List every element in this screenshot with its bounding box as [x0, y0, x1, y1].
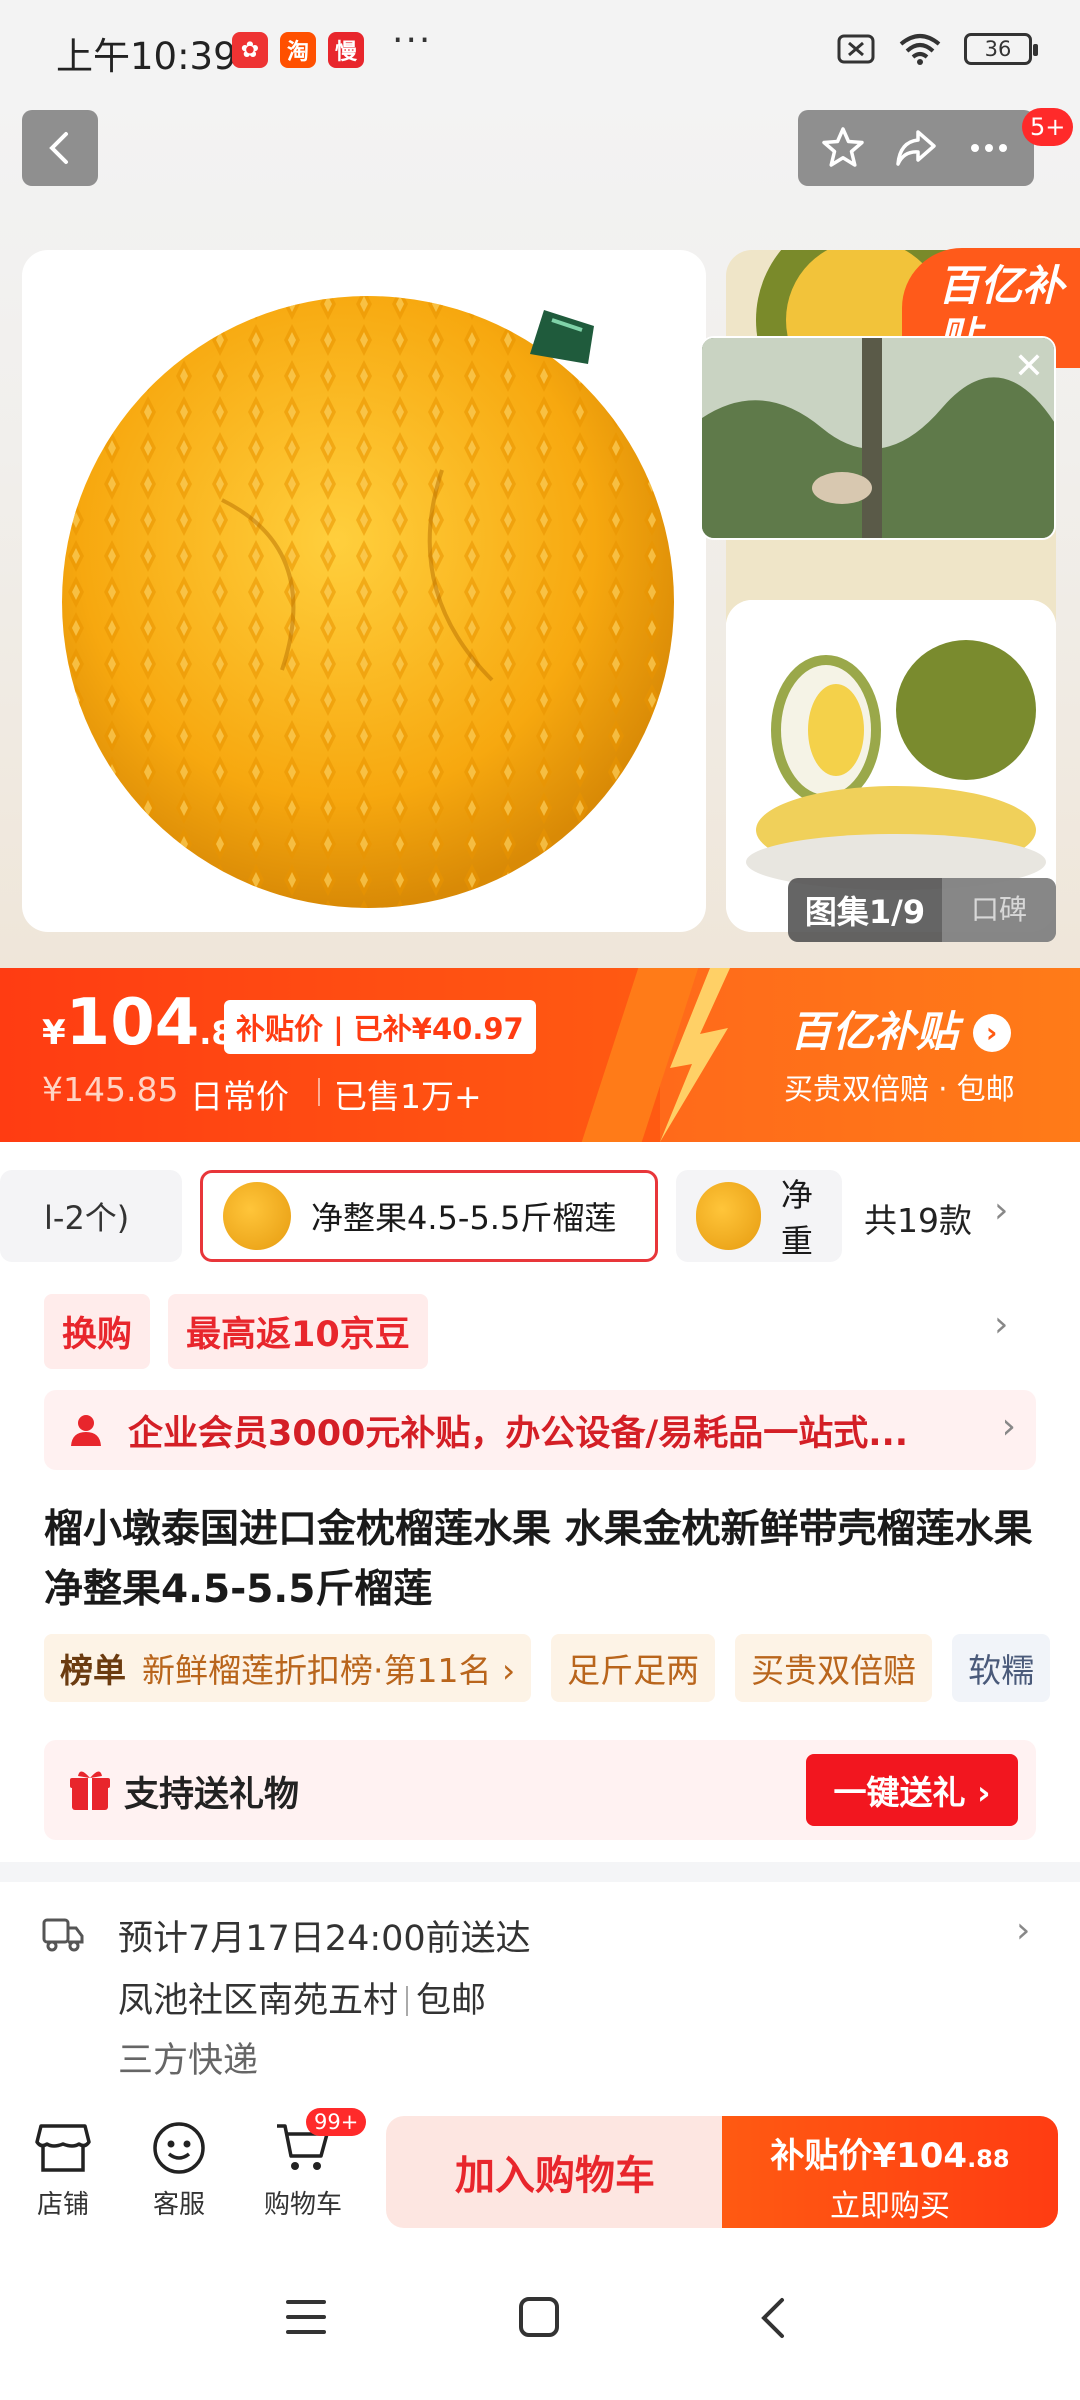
- more-notifications-icon: ···: [392, 20, 433, 61]
- buy-now-label: 立即购买: [830, 2189, 950, 2224]
- app-notification-icon: ✿: [232, 32, 268, 68]
- chevron-right-icon: ›: [1001, 1406, 1016, 1447]
- chevron-right-icon[interactable]: ›: [994, 1190, 1008, 1231]
- buy-now-price: 补贴价¥104.88: [770, 2136, 1010, 2176]
- rank-row: 榜单 新鲜榴莲折扣榜·第11名 › 足斤足两 买贵双倍赔 软糯: [44, 1634, 1051, 1702]
- wifi-icon: [899, 34, 941, 65]
- back-button[interactable]: [22, 110, 98, 186]
- album-label: 图集1/9: [804, 893, 926, 931]
- customer-service-button[interactable]: 客服: [124, 2116, 234, 2221]
- promo-tag[interactable]: 最高返10京豆: [168, 1294, 428, 1369]
- gift-label: 支持送礼物: [124, 1775, 300, 1815]
- subsidy-subtitle: 买贵双倍赔 · 包邮: [784, 1072, 1015, 1106]
- buy-now-button[interactable]: 补贴价¥104.88 立即购买: [722, 2116, 1058, 2228]
- variant-selector: l-2个) 净整果4.5-5.5斤榴莲 净重 共19款 ›: [0, 1170, 1080, 1266]
- system-nav-bar: [0, 2252, 1080, 2400]
- subsidy-price-tag: 补贴价 | 已补¥40.97: [224, 1000, 536, 1054]
- subsidy-title: 百亿补贴 ›: [790, 998, 1011, 1059]
- delivery-section[interactable]: 预计7月17日24:00前送达 凤池社区南苑五村 包邮 三方快递 ›: [0, 1882, 1080, 2092]
- original-price-label: 日常价: [190, 1077, 289, 1116]
- variant-thumbnail: [223, 1182, 291, 1250]
- store-button[interactable]: 店铺: [8, 2116, 118, 2221]
- album-counter[interactable]: 图集1/9 口碑: [788, 878, 1056, 942]
- product-main-image[interactable]: [22, 250, 706, 932]
- bottom-action-bar: 店铺 客服 99+ 购物车 加入购物车 补贴价¥104.88 立即购买: [0, 2092, 1080, 2252]
- smile-chat-icon: [153, 2122, 205, 2174]
- promo-row[interactable]: 换购 最高返10京豆: [44, 1294, 428, 1369]
- person-icon: [71, 1415, 101, 1446]
- arrow-right-icon: ›: [972, 1014, 1011, 1052]
- delivery-eta: 预计7月17日24:00前送达: [118, 1919, 531, 1959]
- promo-tag[interactable]: 换购: [44, 1294, 151, 1369]
- feature-tag[interactable]: 软糯: [952, 1634, 1051, 1702]
- favorite-star-icon[interactable]: [819, 124, 867, 172]
- sold-count: 已售1万+: [318, 1070, 482, 1118]
- slow-notification-icon: 慢: [328, 32, 364, 68]
- taobao-notification-icon: 淘: [280, 32, 316, 68]
- chevron-left-icon: [49, 132, 68, 164]
- video-preview[interactable]: ✕: [700, 336, 1056, 540]
- variant-chip[interactable]: 净重: [676, 1170, 842, 1262]
- chevron-right-icon[interactable]: ›: [994, 1304, 1008, 1345]
- chevron-right-icon: ›: [1016, 1910, 1031, 1951]
- share-icon[interactable]: [892, 124, 940, 172]
- variant-chip[interactable]: l-2个): [0, 1170, 182, 1262]
- status-app-icons: ✿ 淘 慢: [232, 32, 364, 68]
- customer-service-label: 客服: [152, 2190, 205, 2220]
- feature-tag[interactable]: 足斤足两: [551, 1634, 716, 1702]
- back-nav-icon[interactable]: [758, 2296, 788, 2340]
- cart-button[interactable]: 99+ 购物车: [248, 2108, 367, 2221]
- product-gallery[interactable]: 5+ 百亿补 ✕ 图集1/9 口碑: [0, 100, 1080, 968]
- gift-banner: 支持送礼物 一键送礼 ›: [44, 1740, 1036, 1840]
- price-banner: ¥ 104 .88 补贴价 | 已补¥40.97 ¥145.85 日常价 已售1…: [0, 968, 1080, 1142]
- delivery-courier: 三方快递: [118, 2041, 259, 2081]
- variant-thumbnail: [696, 1182, 761, 1250]
- delivery-truck-icon: [42, 1918, 84, 1952]
- section-divider: [0, 1862, 1080, 1882]
- gift-icon: [70, 1771, 110, 1810]
- variant-chip-selected[interactable]: 净整果4.5-5.5斤榴莲: [200, 1170, 658, 1262]
- menu-icon[interactable]: [286, 2298, 326, 2336]
- variant-count[interactable]: 共19款: [864, 1194, 972, 1242]
- enterprise-banner[interactable]: 企业会员3000元补贴，办公设备/易耗品一站式... ›: [44, 1390, 1036, 1470]
- no-sim-icon: [837, 34, 875, 64]
- reviews-tab[interactable]: 口碑: [941, 878, 1056, 942]
- battery-icon: 36: [964, 33, 1038, 65]
- home-icon[interactable]: [518, 2296, 560, 2338]
- enterprise-text: 企业会员3000元补贴，办公设备/易耗品一站式...: [128, 1413, 909, 1454]
- more-icon[interactable]: [965, 124, 1013, 172]
- store-icon: [35, 2124, 91, 2172]
- add-to-cart-button[interactable]: 加入购物车: [386, 2116, 724, 2228]
- status-time: 上午10:39: [56, 35, 237, 78]
- original-price: ¥145.85: [42, 1070, 179, 1109]
- variant-label: 净重: [780, 1176, 813, 1260]
- header-actions: [798, 110, 1034, 186]
- product-title: 榴小墩泰国进口金枕榴莲水果 水果金枕新鲜带壳榴莲水果 净整果4.5-5.5斤榴莲: [44, 1507, 1033, 1612]
- variant-label: 净整果4.5-5.5斤榴莲: [311, 1199, 617, 1237]
- status-bar: 上午10:39 ✿ 淘 慢 ··· 36: [0, 0, 1080, 100]
- video-close-icon[interactable]: ✕: [1014, 346, 1044, 387]
- message-badge: 5+: [1022, 108, 1074, 146]
- lightning-icon: [660, 968, 730, 1142]
- rank-badge[interactable]: 榜单 新鲜榴莲折扣榜·第11名 ›: [44, 1634, 532, 1702]
- send-gift-button[interactable]: 一键送礼 ›: [806, 1754, 1018, 1826]
- delivery-address: 凤池社区南苑五村 包邮: [118, 1981, 487, 2021]
- feature-tag[interactable]: 买贵双倍赔: [735, 1634, 933, 1702]
- cart-badge: 99+: [306, 2108, 367, 2136]
- store-label: 店铺: [36, 2190, 89, 2220]
- cart-label: 购物车: [263, 2190, 342, 2220]
